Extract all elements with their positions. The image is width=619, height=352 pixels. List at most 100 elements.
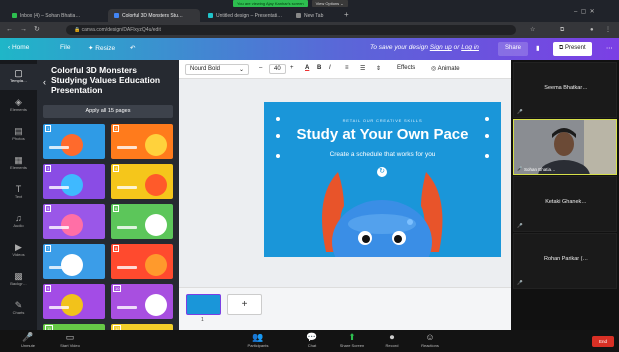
participant-tile[interactable]: Seema Bhatkar… 🎤	[513, 62, 617, 118]
template-thumbnail[interactable]: 9	[43, 284, 105, 319]
participants-button[interactable]: 👥 Participants	[240, 332, 276, 348]
rail-item-label: Photos	[12, 136, 25, 141]
template-thumbnail[interactable]: 10	[111, 284, 173, 319]
thumbnail-number: 1	[45, 125, 52, 132]
rail-item-elements-2[interactable]: ▦ Elements	[0, 151, 37, 177]
template-thumbnail[interactable]: 3	[43, 164, 105, 199]
thumbnail-number: 6	[113, 205, 120, 212]
browser-tab[interactable]: Untitled design – Presentati…	[202, 9, 288, 22]
text-color-button[interactable]: A	[305, 65, 309, 71]
undo-icon[interactable]: ↶	[130, 44, 135, 52]
animate-icon: ◎	[431, 66, 438, 72]
url-field[interactable]: 🔒 canva.com/design/DAFlxyzQ4u/edit	[66, 25, 516, 35]
bold-button[interactable]: B	[317, 65, 321, 71]
template-thumbnail[interactable]: 7	[43, 244, 105, 279]
participant-tile[interactable]: Rohan Parikar (… 🎤	[513, 233, 617, 289]
file-menu[interactable]: File	[60, 44, 70, 51]
browser-tab-active[interactable]: Colorful 3D Monsters Stu…	[108, 9, 200, 22]
thumbnail-graphic	[61, 134, 83, 156]
chat-button[interactable]: 💬 Chat	[294, 332, 330, 348]
browser-menu-icon[interactable]: ⋮	[605, 26, 611, 34]
thumbnail-text-line	[117, 186, 137, 189]
rail-item-charts[interactable]: ✎ Charts	[0, 296, 37, 322]
slide-canvas[interactable]: RETAIL OUR CREATIVE SKILLS Study at Your…	[264, 102, 501, 257]
charts-icon: ✎	[14, 300, 23, 310]
zoom-participants-panel: Seema Bhatkar… 🎤 Sohan Bhatia… 🎤 Ketaki Ghan…	[511, 60, 619, 330]
participant-name: Rohan Parikar (…	[543, 256, 589, 262]
page-thumbnail[interactable]	[186, 294, 221, 315]
extensions-icon[interactable]: ⧉	[560, 26, 564, 34]
rail-item-templates[interactable]: ▢ Templa…	[0, 64, 37, 90]
rail-item-audio[interactable]: ♫ Audio	[0, 209, 37, 235]
record-button[interactable]: ⏺ Record	[374, 332, 410, 348]
thumbnail-number: 8	[113, 245, 120, 252]
thumbnail-text-line	[49, 186, 69, 189]
rail-item-background[interactable]: ▩ Backgr…	[0, 267, 37, 293]
browser-tab[interactable]: New Tab	[290, 9, 340, 22]
end-meeting-button[interactable]: End	[592, 336, 614, 347]
editor-canvas-area: Nourd Bold ⌄ – 40 + A B I ≡ ☰ ⇕ Effects …	[179, 60, 511, 330]
spacing-icon[interactable]: ⇕	[376, 65, 381, 72]
present-button[interactable]: ⧉ Present	[553, 42, 592, 56]
template-thumbnail[interactable]: 8	[111, 244, 173, 279]
canva-header: ‹ Home File ✦ Resize ↶ To save your desi…	[0, 38, 619, 60]
audio-icon: ♫	[15, 213, 22, 223]
participant-name: Ketaki Ghanek…	[545, 199, 587, 205]
window-controls[interactable]: – ▢ ✕	[574, 8, 595, 15]
rail-item-elements[interactable]: ◈ Elements	[0, 93, 37, 119]
back-arrow-icon[interactable]: ←	[6, 26, 13, 34]
rail-item-videos[interactable]: ▶ Videos	[0, 238, 37, 264]
browser-tab[interactable]: Inbox (4) – Sohan Bhatia…	[6, 9, 106, 22]
more-options-icon[interactable]: ⋯	[606, 44, 613, 52]
align-center-icon[interactable]: ≡	[345, 65, 349, 71]
sign-up-link[interactable]: Sign up	[430, 44, 452, 51]
list-icon[interactable]: ☰	[360, 65, 365, 72]
new-tab-button[interactable]: +	[344, 10, 349, 19]
log-in-link[interactable]: Log in	[461, 44, 479, 51]
stats-icon[interactable]: ▮	[536, 44, 540, 52]
template-thumbnail[interactable]: 1	[43, 124, 105, 159]
thumbnail-graphic	[61, 174, 83, 196]
thumbnail-number: 3	[45, 165, 52, 172]
rail-item-photos[interactable]: ▤ Photos	[0, 122, 37, 148]
apply-all-pages-button[interactable]: Apply all 15 pages	[43, 105, 173, 118]
participant-tile[interactable]: Sohan Bhatia… 🎤	[513, 119, 617, 175]
tab-favicon-icon	[114, 13, 119, 18]
font-family-select[interactable]: Nourd Bold ⌄	[185, 64, 249, 75]
save-prompt: To save your design Sign up or Log in	[370, 44, 479, 51]
profile-icon[interactable]: ●	[590, 26, 594, 34]
thumbnail-number: 4	[113, 165, 120, 172]
reactions-button[interactable]: ☺ Reactions	[412, 332, 448, 348]
home-button[interactable]: ‹ Home	[8, 44, 29, 51]
start-video-button[interactable]: ▭ Start Video	[52, 332, 88, 348]
template-thumbnail[interactable]: 2	[111, 124, 173, 159]
font-size-field[interactable]: 40	[269, 64, 286, 74]
share-button[interactable]: Share	[498, 42, 529, 56]
resize-button[interactable]: ✦ Resize	[88, 44, 115, 52]
rail-item-label: Backgr…	[10, 281, 27, 286]
animate-button[interactable]: ◎ Animate	[431, 65, 460, 72]
template-panel: ‹ Colorful 3D Monsters Studying Values E…	[37, 60, 179, 330]
template-thumbnail[interactable]: 5	[43, 204, 105, 239]
unmute-button[interactable]: 🎤 Unmute	[10, 332, 46, 348]
thumbnail-number: 5	[45, 205, 52, 212]
chevron-left-icon[interactable]: ‹	[43, 77, 46, 87]
thumbnail-number: 7	[45, 245, 52, 252]
italic-button[interactable]: I	[329, 65, 331, 71]
forward-arrow-icon[interactable]: →	[20, 26, 27, 34]
star-icon[interactable]: ☆	[530, 26, 535, 34]
template-thumbnail[interactable]: 4	[111, 164, 173, 199]
effects-button[interactable]: Effects	[397, 65, 415, 71]
increase-size-button[interactable]: +	[290, 65, 294, 71]
decrease-size-button[interactable]: –	[259, 65, 262, 71]
participant-tile[interactable]: Ketaki Ghanek… 🎤	[513, 176, 617, 232]
share-screen-button[interactable]: ⬆ Share Screen	[334, 332, 370, 348]
control-label: Chat	[307, 343, 317, 348]
add-page-button[interactable]: +	[227, 294, 262, 315]
template-thumbnail[interactable]: 6	[111, 204, 173, 239]
view-options-button[interactable]: View Options ⌄	[311, 0, 348, 7]
reload-icon[interactable]: ↻	[34, 26, 40, 34]
rail-item-label: Videos	[12, 252, 25, 257]
rail-item-text[interactable]: T Text	[0, 180, 37, 206]
thumbnail-graphic	[145, 214, 167, 236]
